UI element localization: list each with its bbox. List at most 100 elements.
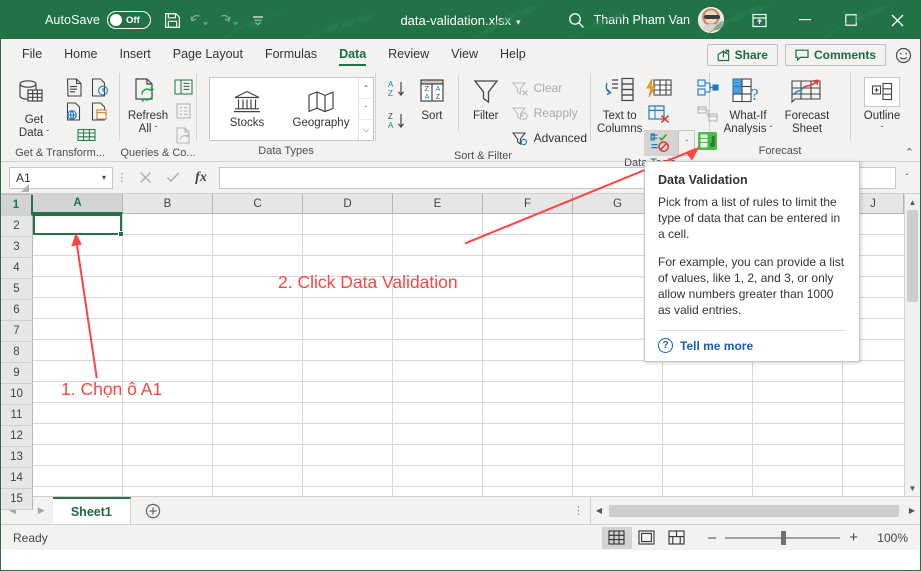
tab-page-layout[interactable]: Page Layout: [162, 41, 254, 67]
tab-home[interactable]: Home: [53, 41, 108, 67]
sort-button[interactable]: Z A A Z Sort: [410, 73, 454, 123]
reapply-filter-button[interactable]: Reapply: [509, 102, 590, 124]
comments-button[interactable]: Comments: [784, 44, 886, 66]
scroll-up-arrow[interactable]: ▲: [905, 194, 920, 210]
redo-icon[interactable]: [215, 7, 245, 33]
tab-formulas[interactable]: Formulas: [254, 41, 328, 67]
tab-help[interactable]: Help: [489, 41, 537, 67]
properties-icon[interactable]: [172, 100, 194, 122]
row-header-15[interactable]: 15: [1, 489, 33, 510]
confirm-icon[interactable]: [159, 167, 187, 189]
zoom-slider-thumb[interactable]: [781, 530, 787, 545]
row-header-4[interactable]: 4: [1, 258, 33, 279]
row-header-11[interactable]: 11: [1, 405, 33, 426]
outline-caret[interactable]: ˇ: [881, 123, 884, 136]
normal-view-button[interactable]: [601, 526, 632, 549]
avatar[interactable]: [698, 7, 724, 33]
selected-cell-a1[interactable]: [33, 214, 122, 235]
recent-sources-table-icon[interactable]: [76, 124, 98, 146]
sheet-tab-sheet1[interactable]: Sheet1: [52, 497, 131, 524]
tab-view[interactable]: View: [440, 41, 489, 67]
hscroll-left-arrow[interactable]: ◀: [591, 506, 607, 515]
what-if-analysis-button[interactable]: ? What-If Analysis ˇ: [718, 73, 778, 136]
document-title-caret[interactable]: ▾: [516, 17, 521, 27]
data-validation-split-button[interactable]: ˇ: [644, 130, 696, 156]
tab-data[interactable]: Data: [328, 41, 377, 67]
add-sheet-button[interactable]: [131, 497, 175, 524]
search-icon[interactable]: [560, 7, 594, 33]
tab-insert[interactable]: Insert: [109, 41, 162, 67]
zoom-in-button[interactable]: +: [849, 529, 858, 546]
column-header-C[interactable]: C: [213, 194, 303, 214]
close-button[interactable]: [874, 1, 920, 39]
row-header-14[interactable]: 14: [1, 468, 33, 489]
column-header-F[interactable]: F: [483, 194, 573, 214]
flash-fill-button[interactable]: [644, 76, 674, 100]
row-header-13[interactable]: 13: [1, 447, 33, 468]
filter-button[interactable]: Filter: [463, 73, 509, 123]
horizontal-scroll-thumb[interactable]: [609, 504, 899, 517]
outline-button[interactable]: Outline ˇ: [854, 73, 910, 136]
expand-formula-bar-button[interactable]: ˇ: [898, 167, 916, 189]
formula-bar-grip[interactable]: ⋮: [113, 171, 131, 184]
column-header-D[interactable]: D: [303, 194, 393, 214]
row-header-1[interactable]: 1: [1, 195, 33, 216]
page-layout-view-button[interactable]: [632, 527, 662, 549]
vertical-scroll-track[interactable]: [905, 210, 920, 480]
row-header-10[interactable]: 10: [1, 384, 33, 405]
advanced-filter-button[interactable]: Advanced: [509, 127, 590, 149]
tab-file[interactable]: File: [11, 41, 53, 67]
save-icon[interactable]: [159, 7, 185, 33]
sort-descending-button[interactable]: Z A: [384, 108, 410, 134]
data-types-scroll[interactable]: ⌃ ˇ ⌵: [358, 78, 373, 140]
cancel-icon[interactable]: [131, 167, 159, 189]
queries-connections-icon[interactable]: [172, 76, 194, 98]
row-header-12[interactable]: 12: [1, 426, 33, 447]
data-validation-dropdown-arrow[interactable]: ˇ: [678, 130, 696, 156]
column-header-E[interactable]: E: [393, 194, 483, 214]
row-header-5[interactable]: 5: [1, 279, 33, 300]
data-types-scroll-up[interactable]: ⌃: [359, 78, 373, 98]
row-header-9[interactable]: 9: [1, 363, 33, 384]
row-header-8[interactable]: 8: [1, 342, 33, 363]
minimize-button[interactable]: [782, 1, 828, 39]
refresh-all-button[interactable]: Refresh All ˇ: [124, 73, 172, 136]
row-header-7[interactable]: 7: [1, 321, 33, 342]
zoom-level-label[interactable]: 100%: [866, 531, 908, 545]
hscroll-right-arrow[interactable]: ▶: [904, 506, 920, 515]
customize-quick-access-icon[interactable]: [245, 7, 271, 33]
share-button[interactable]: Share: [706, 44, 778, 66]
insert-function-icon[interactable]: fx: [187, 167, 215, 189]
row-header-3[interactable]: 3: [1, 237, 33, 258]
edit-links-icon[interactable]: [172, 124, 194, 146]
sort-ascending-button[interactable]: A Z: [384, 76, 410, 102]
geography-button[interactable]: Geography: [284, 78, 358, 140]
stocks-button[interactable]: Stocks: [210, 78, 284, 140]
data-types-scroll-down[interactable]: ˇ: [359, 98, 373, 119]
name-box-caret[interactable]: ▾: [102, 173, 106, 182]
row-header-2[interactable]: 2: [1, 216, 33, 237]
data-validation-button[interactable]: [644, 130, 679, 156]
feedback-smiley-icon[interactable]: [895, 47, 912, 64]
maximize-button[interactable]: [828, 1, 874, 39]
from-text-csv-icon[interactable]: [63, 76, 85, 98]
clear-filter-button[interactable]: Clear: [509, 77, 590, 99]
vertical-scrollbar[interactable]: ▲ ▼: [904, 194, 920, 496]
undo-icon[interactable]: [185, 7, 215, 33]
from-recent-sources-icon[interactable]: [88, 76, 110, 98]
from-table-range-icon[interactable]: [88, 100, 110, 122]
horizontal-scrollbar[interactable]: ◀ ▶: [590, 497, 920, 524]
sheet-bar-grip[interactable]: ⋮: [567, 497, 590, 524]
fill-handle[interactable]: [118, 231, 124, 237]
forecast-sheet-button[interactable]: Forecast Sheet: [778, 73, 836, 136]
horizontal-scroll-track[interactable]: [607, 503, 904, 518]
column-header-B[interactable]: B: [123, 194, 213, 214]
data-types-more[interactable]: ⌵: [359, 119, 373, 140]
select-all-corner[interactable]: [1, 184, 33, 195]
text-to-columns-button[interactable]: Text to Columns: [597, 73, 642, 136]
tab-review[interactable]: Review: [377, 41, 440, 67]
username-label[interactable]: Thanh Pham Van: [594, 13, 690, 27]
from-web-icon[interactable]: [63, 100, 85, 122]
tell-me-more-link[interactable]: ? Tell me more: [658, 338, 846, 353]
collapse-ribbon-button[interactable]: ⌃: [905, 146, 914, 159]
